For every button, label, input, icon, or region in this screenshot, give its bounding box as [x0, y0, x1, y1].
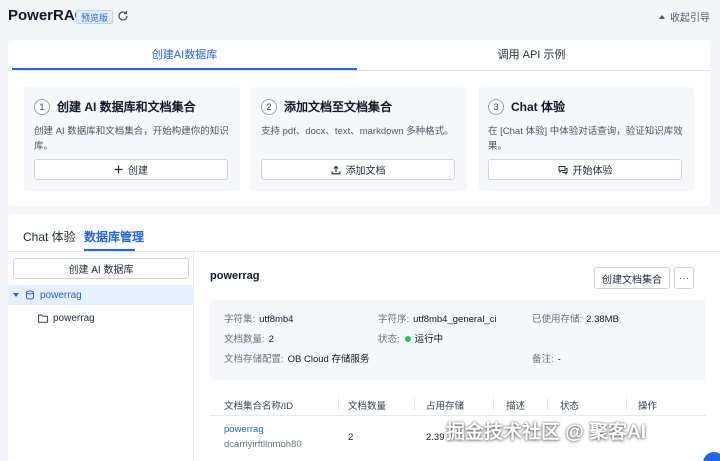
- create-ai-database-button[interactable]: 创建 AI 数据库: [13, 258, 189, 279]
- watermark-text: 掘金技术社区 @ 聚客AI: [446, 422, 647, 443]
- more-options-button[interactable]: ···: [674, 267, 694, 289]
- start-experience-button[interactable]: 开始体验: [488, 159, 682, 180]
- folder-icon: [38, 314, 48, 323]
- caret-down-icon[interactable]: [12, 291, 20, 299]
- add-document-button[interactable]: 添加文档: [261, 159, 455, 180]
- collection-id: dcarrlyirftllnmoh80: [224, 439, 302, 450]
- add-document-label: 添加文档: [345, 166, 386, 177]
- column-header: 操作: [638, 401, 658, 412]
- database-sidebar: 创建 AI 数据库 powerrag powerrag: [8, 252, 194, 461]
- column-header: 占用存储: [426, 401, 465, 412]
- tab-chat-experience[interactable]: Chat 体验: [23, 228, 76, 245]
- tab-divider: [8, 70, 710, 71]
- status-dot-icon: [404, 336, 411, 343]
- remark-field: 备注: -: [532, 354, 561, 365]
- column-header: 文档数量: [348, 401, 387, 412]
- column-separator: [414, 398, 415, 410]
- column-separator: [626, 398, 627, 410]
- tree-item-label: powerrag: [53, 312, 95, 324]
- doc-count-field: 文档数量: 2: [224, 334, 274, 345]
- step-number: 1: [34, 98, 50, 115]
- create-button[interactable]: 创建: [34, 159, 228, 180]
- column-header: 文档集合名称/ID: [224, 401, 294, 412]
- database-info: 字符集: utf8mb4 字符序: utf8mb4_general_ci 已使用存储…: [210, 300, 706, 380]
- column-header: 状态: [560, 401, 580, 412]
- step-number: 3: [488, 98, 504, 115]
- step-title: Chat 体验: [511, 100, 566, 114]
- column-separator: [547, 398, 548, 410]
- database-title: powerrag: [210, 270, 260, 282]
- step-description: 在 [Chat 体验] 中体验对话查询，验证知识库效果。: [488, 126, 683, 152]
- upload-icon: [330, 165, 341, 174]
- step-title: 创建 AI 数据库和文档集合: [57, 100, 196, 114]
- tab-database-management[interactable]: 数据库管理: [84, 228, 144, 245]
- used-storage-field: 已使用存储: 2.38MB: [532, 314, 619, 325]
- collapse-guide-label: 收起引导: [670, 13, 710, 24]
- step-description: 支持 pdf、docx、text、markdown 多种格式。: [261, 126, 454, 137]
- collection-name-link[interactable]: powerrag: [224, 424, 264, 435]
- step-card-3: 3 Chat 体验 在 [Chat 体验] 中体验对话查询，验证知识库效果。 开…: [478, 87, 694, 191]
- create-collection-button[interactable]: 创建文档集合: [594, 267, 670, 289]
- caret-up-icon: [659, 14, 665, 19]
- step-number: 2: [261, 98, 277, 115]
- status-field: 状态: 运行中: [378, 334, 444, 345]
- tree-item-database[interactable]: powerrag: [8, 285, 194, 305]
- storage-config-field: 文档存储配置: OB Cloud 存储服务: [224, 354, 370, 365]
- tree-item-label: powerrag: [40, 289, 82, 301]
- collection-doc-count: 2: [348, 432, 354, 443]
- collection-storage: 2.39: [426, 432, 445, 443]
- tab-api-example[interactable]: 调用 API 示例: [357, 40, 706, 70]
- step-card-2: 2 添加文档至文档集合 支持 pdf、docx、text、markdown 多种…: [251, 87, 467, 191]
- collection-table-header: 文档集合名称/ID 文档数量 占用存储 描述 状态 操作: [210, 392, 706, 416]
- guide-card: 创建AI数据库 调用 API 示例 1 创建 AI 数据库和文档集合 创建 AI…: [8, 40, 710, 206]
- brand-title: PowerRAG: [8, 7, 87, 24]
- chat-icon: [558, 165, 567, 175]
- start-experience-label: 开始体验: [572, 166, 613, 177]
- step-card-1: 1 创建 AI 数据库和文档集合 创建 AI 数据库和文档集合，开始构建你的知识…: [24, 87, 240, 191]
- collation-field: 字符序: utf8mb4_general_ci: [378, 314, 497, 325]
- charset-field: 字符集: utf8mb4: [224, 314, 294, 325]
- step-title: 添加文档至文档集合: [284, 100, 393, 114]
- column-header: 描述: [506, 401, 526, 412]
- status-badge: 运行中: [414, 334, 444, 345]
- plus-icon: [114, 165, 123, 174]
- column-separator: [493, 398, 494, 410]
- refresh-icon[interactable]: [117, 10, 129, 22]
- step-description: 创建 AI 数据库和文档集合，开始构建你的知识库。: [34, 126, 229, 152]
- preview-badge: 预览版: [76, 10, 114, 24]
- create-button-label: 创建: [128, 166, 148, 177]
- column-separator: [338, 398, 339, 410]
- tree-item-collection[interactable]: powerrag: [8, 308, 194, 328]
- top-bar: PowerRAG 预览版 收起引导: [0, 0, 720, 34]
- collapse-guide-button[interactable]: 收起引导: [658, 9, 710, 24]
- database-icon: [26, 290, 34, 300]
- tab-create-ai-db[interactable]: 创建AI数据库: [12, 40, 357, 70]
